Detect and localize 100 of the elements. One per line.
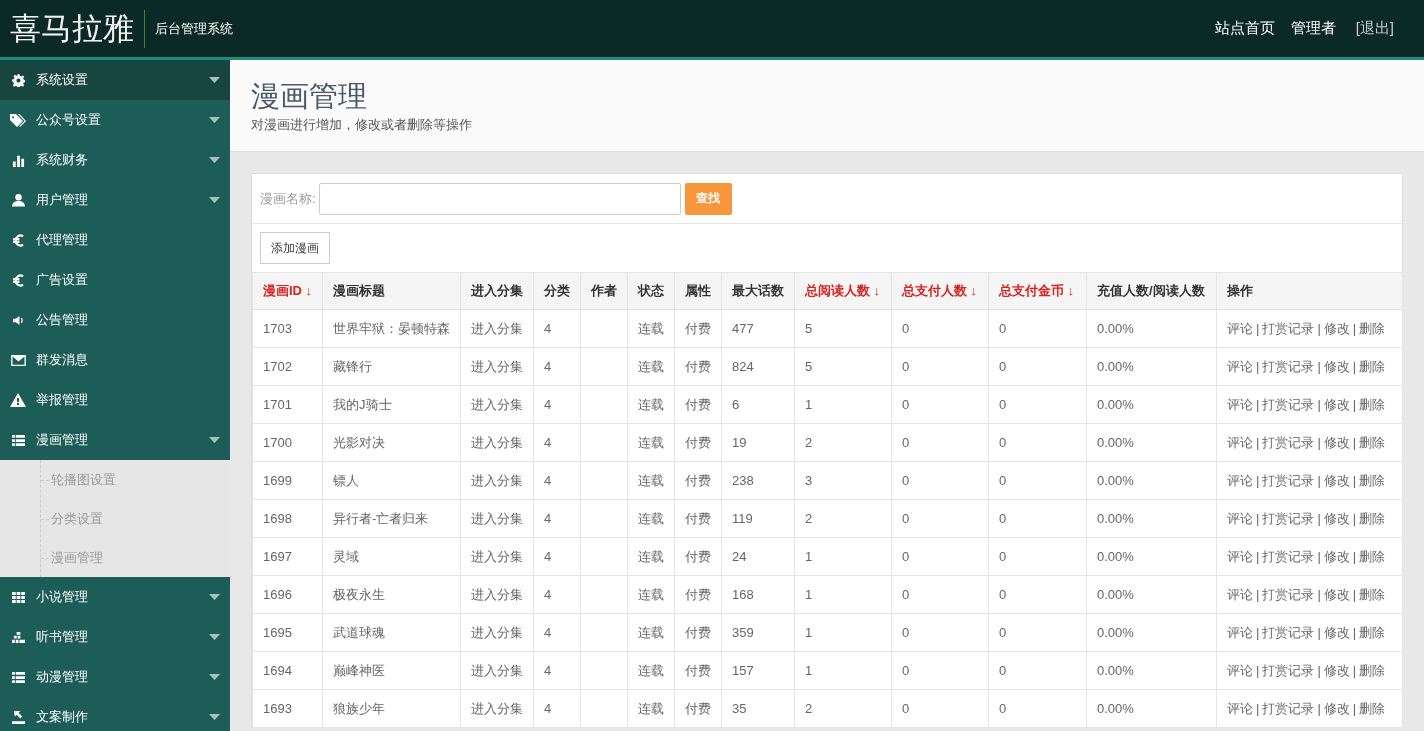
separator-text: |: [1256, 396, 1260, 412]
search-field[interactable]: [318, 182, 681, 215]
action-link[interactable]: 修改: [1323, 662, 1350, 678]
sidebar-item[interactable]: 群发消息: [0, 340, 230, 380]
table-cell: 0.00%: [1097, 435, 1134, 450]
table-cell: 付费: [685, 358, 711, 374]
table-cell: 4: [544, 625, 552, 640]
separator-text: |: [1256, 510, 1260, 526]
table-cell: 2: [805, 435, 813, 450]
action-link[interactable]: 评论: [1227, 700, 1253, 716]
action-link[interactable]: 评论: [1227, 548, 1253, 564]
action-link[interactable]: 打赏记录: [1262, 510, 1315, 526]
table-cell: 巅峰神医: [333, 662, 385, 678]
action-link[interactable]: 评论: [1227, 434, 1253, 450]
table-cell: 我的J骑士: [333, 396, 392, 412]
sidebar-item[interactable]: 小说管理: [0, 577, 230, 617]
sidebar-item[interactable]: 举报管理: [0, 380, 230, 420]
action-link[interactable]: 打赏记录: [1262, 662, 1315, 678]
action-link[interactable]: 评论: [1227, 662, 1253, 678]
separator-text: |: [1256, 700, 1260, 716]
column-header[interactable]: 总支付人数 ↓: [891, 272, 989, 310]
action-link[interactable]: 打赏记录: [1262, 624, 1315, 640]
separator-text: |: [1256, 586, 1260, 602]
action-link[interactable]: 修改: [1323, 700, 1350, 716]
add-comic-button[interactable]: 添加漫画: [260, 232, 330, 264]
table-cell: 0.00%: [1097, 321, 1134, 336]
header-link[interactable]: 管理者: [1290, 19, 1336, 38]
table-cell: 0.00%: [1097, 701, 1134, 716]
table-cell: 4: [544, 359, 552, 374]
table-cell: 19: [732, 435, 747, 450]
action-link[interactable]: 打赏记录: [1262, 396, 1315, 412]
table-cell: 1: [805, 397, 813, 412]
action-link[interactable]: 评论: [1227, 396, 1253, 412]
action-link[interactable]: 删除: [1359, 586, 1386, 602]
separator-text: |: [1352, 320, 1357, 336]
bar-chart-icon: [11, 153, 25, 167]
action-link[interactable]: 删除: [1359, 396, 1386, 412]
action-link[interactable]: 打赏记录: [1262, 434, 1315, 450]
action-link[interactable]: 删除: [1359, 320, 1386, 336]
separator-text: |: [1256, 434, 1260, 450]
action-link[interactable]: 打赏记录: [1262, 548, 1315, 564]
sidebar-item[interactable]: 用户管理: [0, 180, 230, 220]
action-link[interactable]: 修改: [1323, 358, 1350, 374]
sidebar-item[interactable]: 公告管理: [0, 300, 230, 340]
sidebar-item[interactable]: 系统财务: [0, 140, 230, 180]
action-link[interactable]: 删除: [1359, 472, 1386, 488]
header-link[interactable]: 站点首页: [1214, 19, 1275, 38]
separator-text: |: [1256, 548, 1260, 564]
table-cell: 连载: [638, 586, 664, 602]
action-link[interactable]: 评论: [1227, 472, 1253, 488]
action-link[interactable]: 修改: [1323, 510, 1350, 526]
action-link[interactable]: 打赏记录: [1262, 700, 1315, 716]
action-link[interactable]: 打赏记录: [1262, 320, 1315, 336]
user-icon: [11, 193, 25, 207]
column-header[interactable]: 总支付金币 ↓: [988, 272, 1087, 310]
separator-text: |: [1317, 358, 1321, 374]
sidebar-item[interactable]: 动漫管理: [0, 657, 230, 697]
table-cell: 0.00%: [1097, 397, 1134, 412]
action-link[interactable]: 修改: [1323, 396, 1350, 412]
separator-text: |: [1352, 700, 1357, 716]
sidebar-item[interactable]: 公众号设置: [0, 100, 230, 140]
sidebar-item[interactable]: 广告设置: [0, 260, 230, 300]
header-link[interactable]: [退出]: [1355, 19, 1394, 38]
action-link[interactable]: 删除: [1359, 700, 1386, 716]
action-link[interactable]: 打赏记录: [1262, 586, 1315, 602]
action-link[interactable]: 打赏记录: [1262, 358, 1315, 374]
table-cell: 光影对决: [333, 434, 385, 450]
action-link[interactable]: 修改: [1323, 472, 1350, 488]
table-cell: 168: [732, 587, 754, 602]
action-link[interactable]: 删除: [1359, 624, 1386, 640]
sidebar-item[interactable]: 系统设置: [0, 60, 230, 100]
sidebar-item[interactable]: 听书管理: [0, 617, 230, 657]
separator-text: |: [1317, 662, 1321, 678]
column-header: 分类: [533, 272, 581, 310]
action-link[interactable]: 评论: [1227, 624, 1253, 640]
action-link[interactable]: 修改: [1323, 434, 1350, 450]
separator-text: |: [1256, 662, 1260, 678]
column-header[interactable]: 漫画ID ↓: [252, 272, 323, 310]
action-link[interactable]: 修改: [1323, 624, 1350, 640]
sidebar-item[interactable]: 漫画管理: [0, 420, 230, 460]
gear-icon: [11, 73, 25, 87]
action-link[interactable]: 评论: [1227, 358, 1253, 374]
action-link[interactable]: 删除: [1359, 548, 1386, 564]
action-link[interactable]: 评论: [1227, 586, 1253, 602]
action-link[interactable]: 修改: [1323, 586, 1350, 602]
action-link[interactable]: 删除: [1359, 510, 1386, 526]
action-link[interactable]: 打赏记录: [1262, 472, 1315, 488]
sidebar-item[interactable]: 代理管理: [0, 220, 230, 260]
action-link[interactable]: 修改: [1323, 548, 1350, 564]
action-link[interactable]: 删除: [1359, 358, 1386, 374]
sidebar-item[interactable]: 文案制作: [0, 697, 230, 731]
action-link[interactable]: 删除: [1359, 434, 1386, 450]
action-link[interactable]: 评论: [1227, 320, 1253, 336]
separator-text: |: [1352, 510, 1357, 526]
column-header[interactable]: 总阅读人数 ↓: [794, 272, 892, 310]
action-link[interactable]: 删除: [1359, 662, 1386, 678]
action-link[interactable]: 评论: [1227, 510, 1253, 526]
action-link[interactable]: 修改: [1323, 320, 1350, 336]
table-cell: 0: [902, 473, 910, 488]
separator-text: |: [1317, 586, 1321, 602]
